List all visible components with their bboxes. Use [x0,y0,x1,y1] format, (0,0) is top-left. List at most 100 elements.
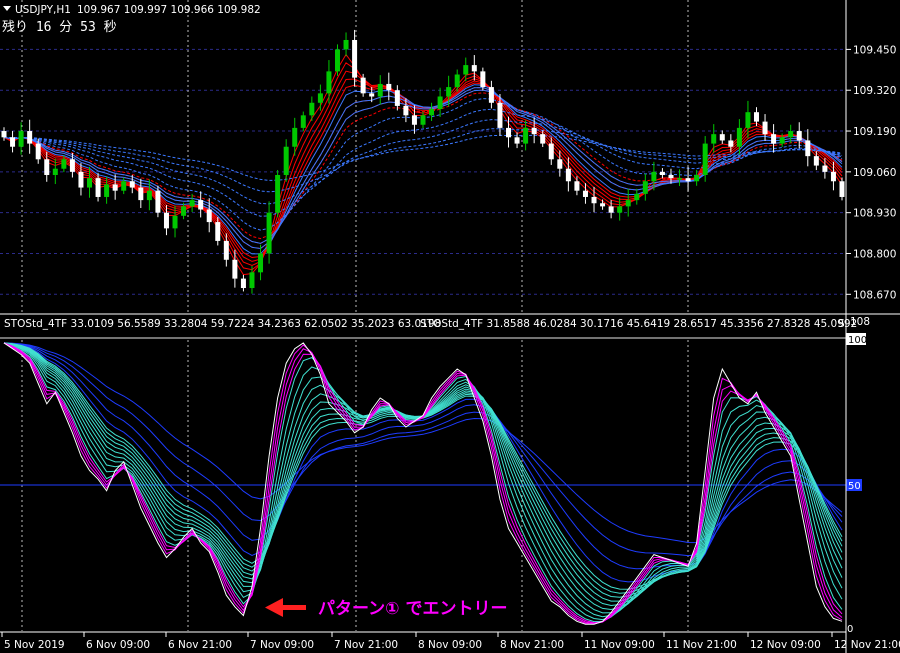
bear-candle [35,143,41,160]
level-0-label: 0 [847,624,853,635]
price-tick-label: 109.450 [853,44,896,56]
bear-candle [232,259,238,279]
bull-candle [309,102,315,116]
bear-candle [129,181,135,188]
bear-candle [95,178,101,197]
bull-candle [463,65,469,75]
bull-candle [377,83,383,97]
bear-candle [574,181,580,191]
bull-candle [343,39,349,50]
bear-candle [685,178,691,182]
bull-candle [317,93,323,103]
bull-candle [146,190,152,201]
time-tick-label: 5 Nov 2019 [4,639,65,651]
indicator-label-tail: S [838,318,845,330]
bull-candle [189,200,195,207]
bear-candle [753,112,759,122]
bull-candle [258,253,264,273]
bull-candle [625,200,631,207]
time-tick-label: 11 Nov 21:00 [666,639,737,651]
bull-candle [437,96,443,110]
bear-candle [386,83,392,91]
bear-candle [762,121,768,135]
bear-candle [531,127,537,135]
bear-candle [728,140,734,147]
time-tick-label: 12 Nov 21:00 [834,639,900,651]
bear-candle [138,187,144,201]
bull-candle [334,49,340,72]
bear-candle [565,168,571,182]
arrow-left-shaft [282,605,306,610]
bull-candle [52,168,58,175]
symbol-label: USDJPY,H1 [15,4,71,16]
bull-candle [300,115,306,128]
indicator-label-1: STOStd_4TF 33.0109 56.5589 33.2804 59.72… [4,318,441,330]
bull-candle [745,112,751,128]
bear-candle [360,77,366,94]
bull-candle [181,206,187,216]
bear-candle [44,159,50,175]
bear-candle [506,127,512,138]
indicator-top-right-label: 108 [850,316,870,328]
bear-candle [471,65,477,72]
bull-candle [677,178,683,180]
price-tick-label: 108.670 [853,289,896,301]
price-tick-label: 109.320 [853,85,896,97]
bear-candle [719,134,725,141]
bear-candle [557,159,563,169]
bear-candle [582,190,588,197]
bull-candle [642,181,648,194]
time-tick-label: 8 Nov 21:00 [500,639,564,651]
bear-candle [822,165,828,172]
price-tick-label: 109.060 [853,167,896,179]
bear-candle [771,134,777,144]
time-tick-label: 12 Nov 09:00 [750,639,821,651]
bull-candle [87,178,93,188]
bull-candle [104,184,110,197]
bear-candle [548,143,554,160]
ohlc-readout: 109.967 109.997 109.966 109.982 [77,4,261,16]
level-100-label: 100 [848,335,867,346]
bear-candle [659,171,665,175]
bear-candle [112,184,118,191]
bull-candle [121,181,127,191]
bear-candle [488,87,494,103]
bear-candle [514,137,520,144]
bear-candle [403,105,409,116]
bear-candle [497,102,503,128]
bear-candle [240,278,246,289]
bull-candle [788,131,794,138]
bull-candle [266,212,272,254]
bull-candle [326,71,332,94]
bull-candle [249,272,255,289]
bear-candle [206,209,212,223]
bear-candle [600,203,606,207]
bear-candle [27,131,33,144]
bull-candle [617,206,623,213]
bull-candle [18,131,24,147]
bear-candle [215,222,221,241]
bull-candle [523,127,529,144]
bear-candle [352,39,358,78]
bull-candle [283,146,289,175]
bull-candle [420,115,426,125]
bull-candle [711,134,717,144]
bear-candle [830,171,836,182]
bull-candle [61,159,67,169]
time-tick-label: 8 Nov 09:00 [418,639,482,651]
bear-candle [805,140,811,157]
price-tick-label: 109.190 [853,126,896,138]
bull-candle [172,215,178,229]
time-tick-label: 7 Nov 21:00 [334,639,398,651]
bull-candle [779,137,785,144]
bear-candle [394,90,400,106]
bear-candle [369,93,375,97]
symbol-header: USDJPY,H1 109.967 109.997 109.966 109.98… [3,4,261,16]
bull-candle [292,127,298,147]
time-tick-label: 6 Nov 21:00 [168,639,232,651]
mt4-chart-window[interactable]: 109.450 109.320 109.190 109.060 108.930 108.8… [0,0,900,653]
bear-candle [591,196,597,204]
bull-candle [275,174,281,213]
bull-candle [651,171,657,182]
bear-candle [813,156,819,166]
